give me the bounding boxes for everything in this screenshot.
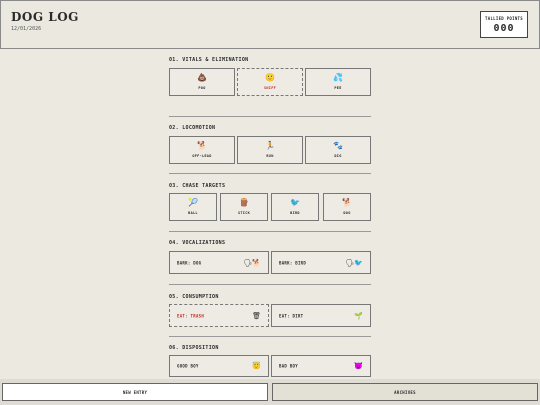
- dog-label: DOG: [343, 211, 351, 215]
- divider: [169, 116, 371, 117]
- header: DOG LOG 12/01/2026 TALLIED POINTS 000: [0, 0, 540, 49]
- divider: [169, 173, 371, 174]
- bad-boy-button[interactable]: BAD BOY 😈: [271, 355, 371, 377]
- dig-button[interactable]: 🐾 DIG: [305, 136, 371, 164]
- bird-icon: 🐦: [290, 198, 300, 207]
- run-label: RUN: [266, 154, 274, 158]
- stick-button[interactable]: 🪵 STICK: [220, 193, 268, 221]
- eat-dirt-button[interactable]: EAT: DIRT 🌱: [271, 304, 371, 327]
- divider: [169, 231, 371, 232]
- section-title-chase: 03. CHASE TARGETS: [169, 183, 226, 189]
- poo-label: POO: [198, 86, 206, 90]
- angel-face-icon: 😇: [252, 362, 261, 370]
- sniff-button[interactable]: 🙂 SNIFF: [237, 68, 303, 96]
- eat-trash-button[interactable]: EAT: TRASH 🗑: [169, 304, 269, 327]
- divider: [169, 284, 371, 285]
- ball-label: BALL: [188, 211, 198, 215]
- section-title-disposition: 06. DISPOSITION: [169, 345, 219, 351]
- run-button[interactable]: 🏃 RUN: [237, 136, 303, 164]
- section-title-vitals: 01. VITALS & ELIMINATION: [169, 57, 249, 63]
- poo-button[interactable]: 💩 POO: [169, 68, 235, 96]
- off-lead-label: OFF-LEAD: [192, 154, 212, 158]
- dog-icon: 🐕: [197, 141, 207, 150]
- dig-label: DIG: [334, 154, 342, 158]
- dog-icon: 🐕: [342, 198, 352, 207]
- eat-dirt-label: EAT: DIRT: [279, 313, 304, 318]
- section-title-locomotion: 02. LOCOMOTION: [169, 125, 216, 131]
- smile-icon: 🙂: [265, 73, 275, 82]
- good-boy-button[interactable]: GOOD BOY 😇: [169, 355, 269, 377]
- app-title: DOG LOG: [11, 10, 79, 24]
- paw-icon: 🐾: [333, 141, 343, 150]
- bark-bird-label: BARK: BIRD: [279, 260, 307, 265]
- divider: [169, 336, 371, 337]
- seedling-icon: 🌱: [354, 311, 363, 320]
- bird-label: BIRD: [290, 211, 300, 215]
- sniff-label: SNIFF: [263, 86, 277, 90]
- speaking-dog-icon: 🗣🐕: [243, 258, 261, 267]
- wood-icon: 🪵: [239, 198, 249, 207]
- date-label: 12/01/2026: [11, 26, 42, 32]
- tallied-points-box: TALLIED POINTS 000: [480, 11, 528, 38]
- droplets-icon: 💦: [333, 73, 343, 82]
- poo-icon: 💩: [197, 73, 207, 82]
- bad-boy-label: BAD BOY: [279, 363, 298, 369]
- tennis-ball-icon: 🎾: [188, 198, 198, 207]
- bark-dog-label: BARK: DOG: [177, 260, 202, 265]
- section-title-consumption: 05. CONSUMPTION: [169, 294, 219, 300]
- off-lead-button[interactable]: 🐕 OFF-LEAD: [169, 136, 235, 164]
- bark-bird-button[interactable]: BARK: BIRD 🗣🐦: [271, 251, 371, 274]
- archives-button[interactable]: ARCHIVES: [272, 383, 538, 401]
- bark-dog-button[interactable]: BARK: DOG 🗣🐕: [169, 251, 269, 274]
- dog-button[interactable]: 🐕 DOG: [323, 193, 371, 221]
- footer-bar: NEW ENTRY ARCHIVES: [0, 379, 540, 405]
- speaking-bird-icon: 🗣🐦: [345, 258, 363, 267]
- runner-icon: 🏃: [265, 141, 275, 150]
- section-title-vocalizations: 04. VOCALIZATIONS: [169, 240, 226, 246]
- tally-value: 000: [493, 23, 515, 34]
- devil-face-icon: 😈: [354, 362, 363, 370]
- tally-label: TALLIED POINTS: [485, 16, 523, 21]
- pee-button[interactable]: 💦 PEE: [305, 68, 371, 96]
- good-boy-label: GOOD BOY: [177, 363, 199, 369]
- eat-trash-label: EAT: TRASH: [177, 313, 205, 318]
- pee-label: PEE: [334, 86, 342, 90]
- ball-button[interactable]: 🎾 BALL: [169, 193, 217, 221]
- bird-button[interactable]: 🐦 BIRD: [271, 193, 319, 221]
- stick-label: STICK: [237, 211, 251, 215]
- new-entry-button[interactable]: NEW ENTRY: [2, 383, 268, 401]
- trash-icon: 🗑: [252, 311, 261, 320]
